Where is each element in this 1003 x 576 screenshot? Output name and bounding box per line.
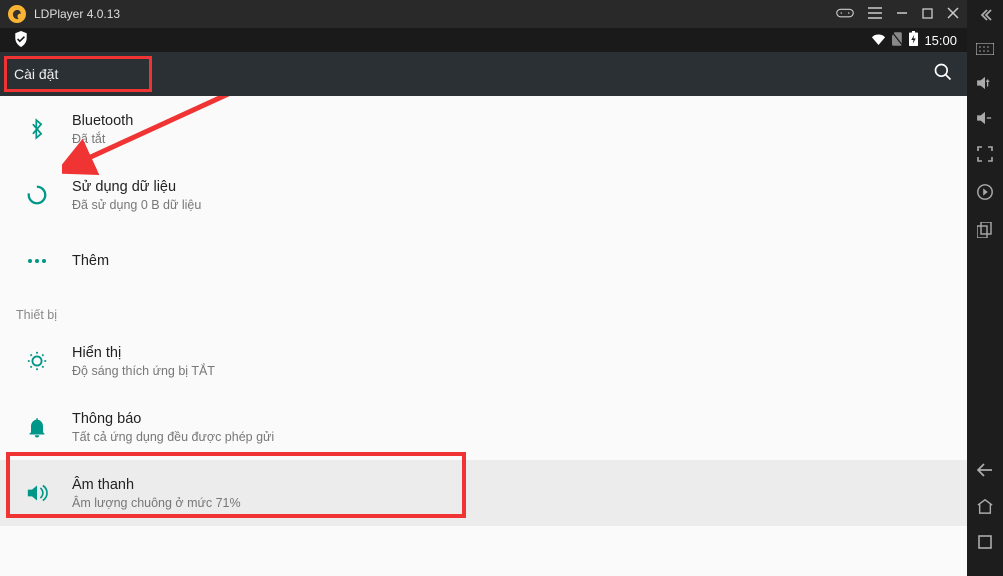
row-data-usage[interactable]: Sử dụng dữ liệu Đã sử dụng 0 B dữ liệu: [0, 162, 967, 228]
row-subtitle: Âm lượng chuông ở mức 71%: [72, 496, 241, 510]
multi-instance-icon[interactable]: [977, 222, 993, 241]
row-title: Sử dụng dữ liệu: [72, 179, 201, 195]
clock: 15:00: [924, 33, 957, 48]
emulator-sidebar: [967, 0, 1003, 576]
row-title: Âm thanh: [72, 477, 241, 493]
volume-up-icon[interactable]: [976, 76, 994, 93]
collapse-icon[interactable]: [978, 8, 992, 24]
row-subtitle: Độ sáng thích ứng bị TẮT: [72, 364, 215, 378]
row-subtitle: Đã tắt: [72, 132, 133, 146]
data-usage-icon: [20, 184, 54, 206]
fullscreen-icon[interactable]: [977, 146, 993, 165]
page-title: Cài đặt: [14, 66, 58, 82]
maximize-button[interactable]: [922, 6, 933, 22]
row-notifications[interactable]: Thông báo Tất cả ứng dụng đều được phép g…: [0, 394, 967, 460]
hamburger-icon[interactable]: [868, 6, 882, 22]
bell-icon: [20, 416, 54, 438]
more-icon: [20, 258, 54, 264]
keyboard-icon[interactable]: [976, 42, 994, 58]
row-more[interactable]: Thêm: [0, 228, 967, 294]
android-status-bar: 15:00: [0, 28, 967, 52]
battery-icon: [909, 31, 918, 49]
titlebar: LDPlayer 4.0.13: [0, 0, 967, 28]
recents-icon[interactable]: [978, 535, 992, 552]
window-controls: [836, 6, 959, 23]
search-icon[interactable]: [933, 62, 953, 87]
settings-content: Bluetooth Đã tắt Sử dụng dữ liệu Đã sử dụn…: [0, 96, 967, 576]
gamepad-icon[interactable]: [836, 6, 854, 23]
home-icon[interactable]: [976, 498, 994, 517]
row-title: Hiển thị: [72, 345, 215, 361]
no-sim-icon: [892, 32, 903, 49]
app-title: LDPlayer 4.0.13: [34, 7, 120, 21]
settings-header: Cài đặt: [0, 52, 967, 96]
section-device: Thiết bị: [0, 294, 967, 328]
back-icon[interactable]: [977, 463, 993, 480]
row-sound[interactable]: Âm thanh Âm lượng chuông ở mức 71%: [0, 460, 967, 526]
wifi-icon: [871, 33, 886, 48]
row-subtitle: Đã sử dụng 0 B dữ liệu: [72, 198, 201, 212]
row-bluetooth[interactable]: Bluetooth Đã tắt: [0, 96, 967, 162]
minimize-button[interactable]: [896, 6, 908, 22]
shield-icon: [14, 31, 28, 50]
app-logo: [8, 5, 26, 23]
row-subtitle: Tất cả ứng dụng đều được phép gửi: [72, 430, 274, 444]
row-display[interactable]: Hiển thị Độ sáng thích ứng bị TẮT: [0, 328, 967, 394]
row-title: Thêm: [72, 253, 109, 269]
row-title: Thông báo: [72, 411, 274, 427]
display-icon: [20, 350, 54, 372]
close-button[interactable]: [947, 6, 959, 22]
row-title: Bluetooth: [72, 113, 133, 129]
sync-icon[interactable]: [976, 183, 994, 204]
volume-icon: [20, 483, 54, 503]
volume-down-icon[interactable]: [976, 111, 994, 128]
bluetooth-icon: [20, 118, 54, 140]
